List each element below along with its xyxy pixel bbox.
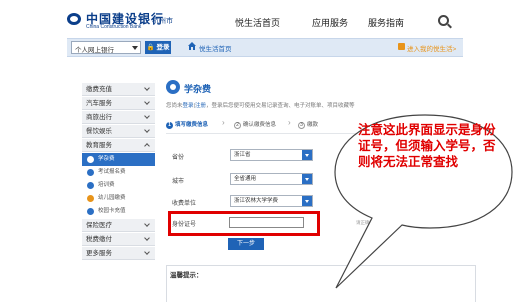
sidebar-sub-campus-card[interactable]: 校园卡充值 bbox=[82, 205, 155, 218]
sidebar-item-dining[interactable]: 餐饮娱乐 bbox=[82, 125, 155, 138]
step-1: 1 填写缴费信息 bbox=[166, 120, 208, 129]
sidebar-sub-training-fee[interactable]: 培训费 bbox=[82, 179, 155, 192]
chevron-down-icon bbox=[144, 235, 150, 241]
sidebar-sub-kindergarten[interactable]: 幼儿园缴费 bbox=[82, 192, 155, 205]
city-select[interactable]: 全省通用 bbox=[230, 173, 313, 185]
province-label: 省份 bbox=[172, 155, 185, 161]
user-icon bbox=[398, 43, 405, 50]
nav-home[interactable]: 悦生活首页 bbox=[235, 16, 280, 29]
ccb-logo-icon bbox=[67, 13, 81, 25]
nav-apps[interactable]: 应用服务 bbox=[312, 16, 348, 29]
my-life-link[interactable]: 进入我的悦生活> bbox=[407, 43, 456, 53]
step-arrow-icon: › bbox=[222, 118, 225, 127]
next-step-button[interactable]: 下一步 bbox=[228, 238, 264, 250]
sidebar-item-recharge[interactable]: 缴费充值 bbox=[82, 83, 155, 96]
login-button[interactable]: 🔒 登录 bbox=[145, 41, 171, 54]
chevron-up-icon bbox=[144, 143, 150, 149]
tuition-icon bbox=[87, 156, 94, 163]
chevron-down-icon bbox=[144, 113, 150, 119]
bank-type-select[interactable]: 个人网上银行 bbox=[71, 41, 141, 54]
notice-login-link[interactable]: 登录 bbox=[183, 103, 194, 109]
sidebar-item-car[interactable]: 汽车服务 bbox=[82, 97, 155, 110]
tuition-title-icon bbox=[166, 80, 180, 94]
payee-select[interactable]: 浙江农林大学学费 bbox=[230, 195, 313, 207]
bank-type-value: 个人网上银行 bbox=[75, 47, 114, 54]
sidebar-item-more[interactable]: 更多服务 bbox=[82, 247, 155, 260]
training-icon bbox=[87, 182, 94, 189]
campus-card-icon bbox=[87, 208, 94, 215]
sidebar-item-education[interactable]: 教育服务 bbox=[82, 139, 155, 152]
kindergarten-icon bbox=[87, 195, 94, 202]
city-label: 城市 bbox=[172, 179, 185, 185]
bank-name-en: China Construction Bank bbox=[86, 24, 142, 30]
highlight-box bbox=[168, 211, 320, 236]
home-icon bbox=[188, 42, 196, 50]
tips-title: 温馨提示： bbox=[170, 272, 203, 279]
login-notice: 您尚未登录|注册，登录后您便可使用交易记录查询、电子对账单、项目收藏等 bbox=[166, 103, 355, 109]
home-link[interactable]: 悦生活首页 bbox=[199, 43, 232, 53]
chevron-down-icon bbox=[144, 249, 150, 255]
payee-label: 收费单位 bbox=[172, 201, 197, 207]
chevron-down-icon bbox=[144, 99, 150, 105]
chevron-down-icon bbox=[302, 150, 312, 160]
nav-guide[interactable]: 服务指南 bbox=[368, 16, 404, 29]
sidebar-item-insurance[interactable]: 保险医疗 bbox=[82, 219, 155, 232]
sidebar-sub-exam-fee[interactable]: 考试报名费 bbox=[82, 166, 155, 179]
sidebar-sub-tuition[interactable]: 学杂费 bbox=[82, 153, 155, 166]
search-icon[interactable] bbox=[438, 15, 449, 26]
step-arrow-icon: › bbox=[288, 118, 291, 127]
sidebar-item-tax[interactable]: 税费缴付 bbox=[82, 233, 155, 246]
notice-register-link[interactable]: 注册 bbox=[195, 103, 206, 109]
exam-icon bbox=[87, 169, 94, 176]
step-2: 2 确认缴费信息 bbox=[234, 120, 276, 129]
chevron-down-icon bbox=[144, 221, 150, 227]
chevron-down-icon bbox=[144, 127, 150, 133]
chevron-down-icon bbox=[302, 196, 312, 206]
chevron-down-icon bbox=[132, 46, 138, 50]
province-select[interactable]: 浙江省 bbox=[230, 149, 313, 161]
annotation-text: 注意这此界面显示是身份证号，但须输入学号，否则将无法正常查找 bbox=[358, 122, 496, 169]
sidebar-item-travel[interactable]: 商旅出行 bbox=[82, 111, 155, 124]
city-selector[interactable]: 杭州市 bbox=[152, 16, 173, 26]
chevron-down-icon bbox=[302, 174, 312, 184]
chevron-down-icon bbox=[144, 85, 150, 91]
step-3: 3 缴款 bbox=[298, 120, 318, 129]
page-title: 学杂费 bbox=[184, 84, 212, 94]
